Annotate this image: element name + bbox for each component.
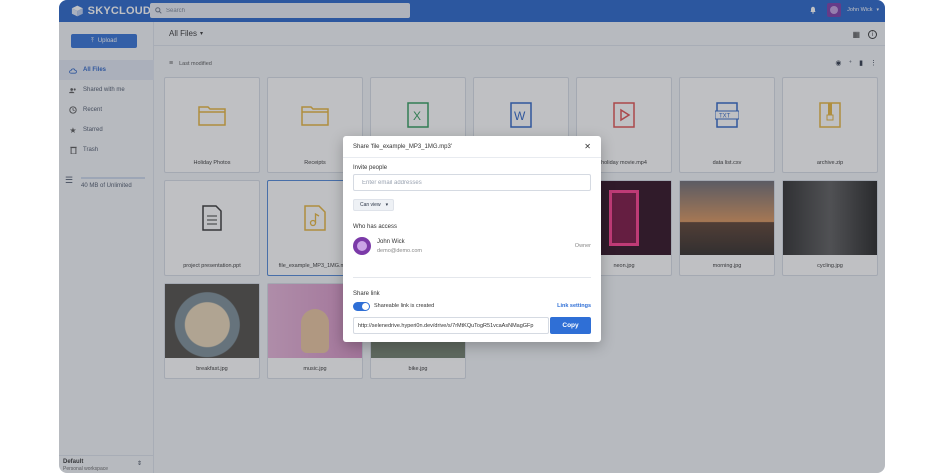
access-label: Who has access [353,224,398,230]
share-dialog: Share 'file_example_MP3_1MG.mp3' ✕ Invit… [343,136,601,342]
permission-dropdown[interactable]: Can view ▾ [353,199,394,211]
share-link-label: Share link [353,291,380,297]
access-user-email: demo@demo.com [377,248,423,254]
permission-value: Can view [360,202,381,208]
close-icon[interactable]: ✕ [584,142,591,151]
shareable-link-toggle[interactable] [353,302,370,311]
shareable-link-text: Shareable link is created [374,303,435,309]
access-user-name: John Wick [377,239,405,245]
copy-button[interactable]: Copy [550,317,591,334]
link-settings-link[interactable]: Link settings [557,303,591,309]
divider [353,277,591,278]
avatar [353,237,371,255]
share-link-field[interactable] [353,317,549,334]
modal-overlay[interactable]: Share 'file_example_MP3_1MG.mp3' ✕ Invit… [0,0,944,475]
chevron-down-icon: ▾ [385,202,389,208]
copy-label: Copy [562,322,579,329]
dialog-title: Share 'file_example_MP3_1MG.mp3' [353,144,453,150]
invite-label: Invite people [353,165,388,171]
access-role: Owner [574,243,591,249]
email-input[interactable] [353,174,591,191]
divider [343,157,601,158]
